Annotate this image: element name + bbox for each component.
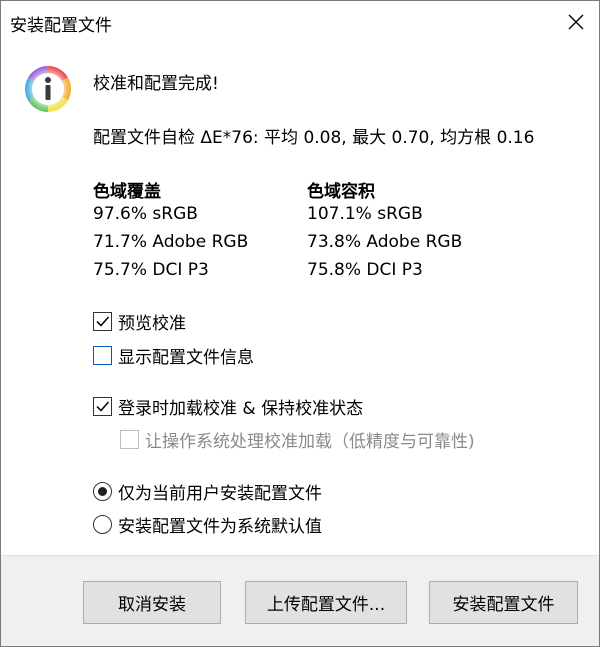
gamut-volume-title: 色域容积 [307,182,375,202]
upload-profile-button[interactable]: 上传配置文件... [245,581,407,624]
load-on-login-checkbox[interactable]: 登录时加载校准 & 保持校准状态 [93,394,364,419]
gamut-volume-dci-p3: 75.8% DCI P3 [307,260,423,280]
gamut-volume-column: 色域容积 107.1% sRGB 73.8% Adobe RGB 75.8% D… [307,177,462,288]
radio-unselected-icon[interactable] [93,514,112,534]
preview-calibration-label: 预览校准 [118,313,186,334]
cancel-install-button[interactable]: 取消安装 [83,581,221,624]
radio-selected-icon[interactable] [93,481,112,501]
window-title: 安装配置文件 [10,16,112,36]
os-handles-calibration-label: 让操作系统处理校准加载（低精度与可靠性) [145,431,475,452]
checkbox-checked-icon[interactable] [93,311,112,331]
info-icon [25,66,71,112]
title-bar: 安装配置文件 [1,1,599,43]
gamut-coverage-dci-p3: 75.7% DCI P3 [93,260,209,280]
gamut-coverage-adobe-rgb: 71.7% Adobe RGB [93,232,249,252]
profile-self-check-stats: 配置文件自检 ΔE*76: 平均 0.08, 最大 0.70, 均方根 0.16 [93,128,535,148]
dialog-content: 校准和配置完成! 配置文件自检 ΔE*76: 平均 0.08, 最大 0.70,… [1,43,599,555]
completion-message: 校准和配置完成! [93,74,219,94]
show-profile-info-checkbox[interactable]: 显示配置文件信息 [93,343,254,368]
close-icon [568,14,584,30]
checkbox-disabled-icon [120,429,139,449]
install-current-user-label: 仅为当前用户安装配置文件 [118,483,322,504]
load-on-login-label: 登录时加载校准 & 保持校准状态 [118,398,364,419]
show-profile-info-label: 显示配置文件信息 [118,347,254,368]
close-button[interactable] [553,1,599,43]
gamut-coverage-srgb: 97.6% sRGB [93,204,198,224]
install-profile-dialog: 安装配置文件 校准和配置完成! 配置文件自检 ΔE*76: 平均 0.08, 最… [0,0,600,647]
gamut-volume-adobe-rgb: 73.8% Adobe RGB [307,232,463,252]
gamut-coverage-title: 色域覆盖 [93,182,161,202]
checkbox-checked-icon[interactable] [93,396,112,416]
install-profile-button[interactable]: 安装配置文件 [429,581,578,624]
checkbox-unchecked-icon[interactable] [93,345,112,365]
gamut-coverage-column: 色域覆盖 97.6% sRGB 71.7% Adobe RGB 75.7% DC… [93,177,248,288]
os-handles-calibration-checkbox: 让操作系统处理校准加载（低精度与可靠性) [120,427,475,452]
install-current-user-radio[interactable]: 仅为当前用户安装配置文件 [93,479,322,504]
button-bar: 取消安装 上传配置文件... 安装配置文件 [1,555,599,646]
install-system-default-label: 安装配置文件为系统默认值 [118,516,322,537]
preview-calibration-checkbox[interactable]: 预览校准 [93,309,186,334]
gamut-volume-srgb: 107.1% sRGB [307,204,423,224]
install-system-default-radio[interactable]: 安装配置文件为系统默认值 [93,512,322,537]
